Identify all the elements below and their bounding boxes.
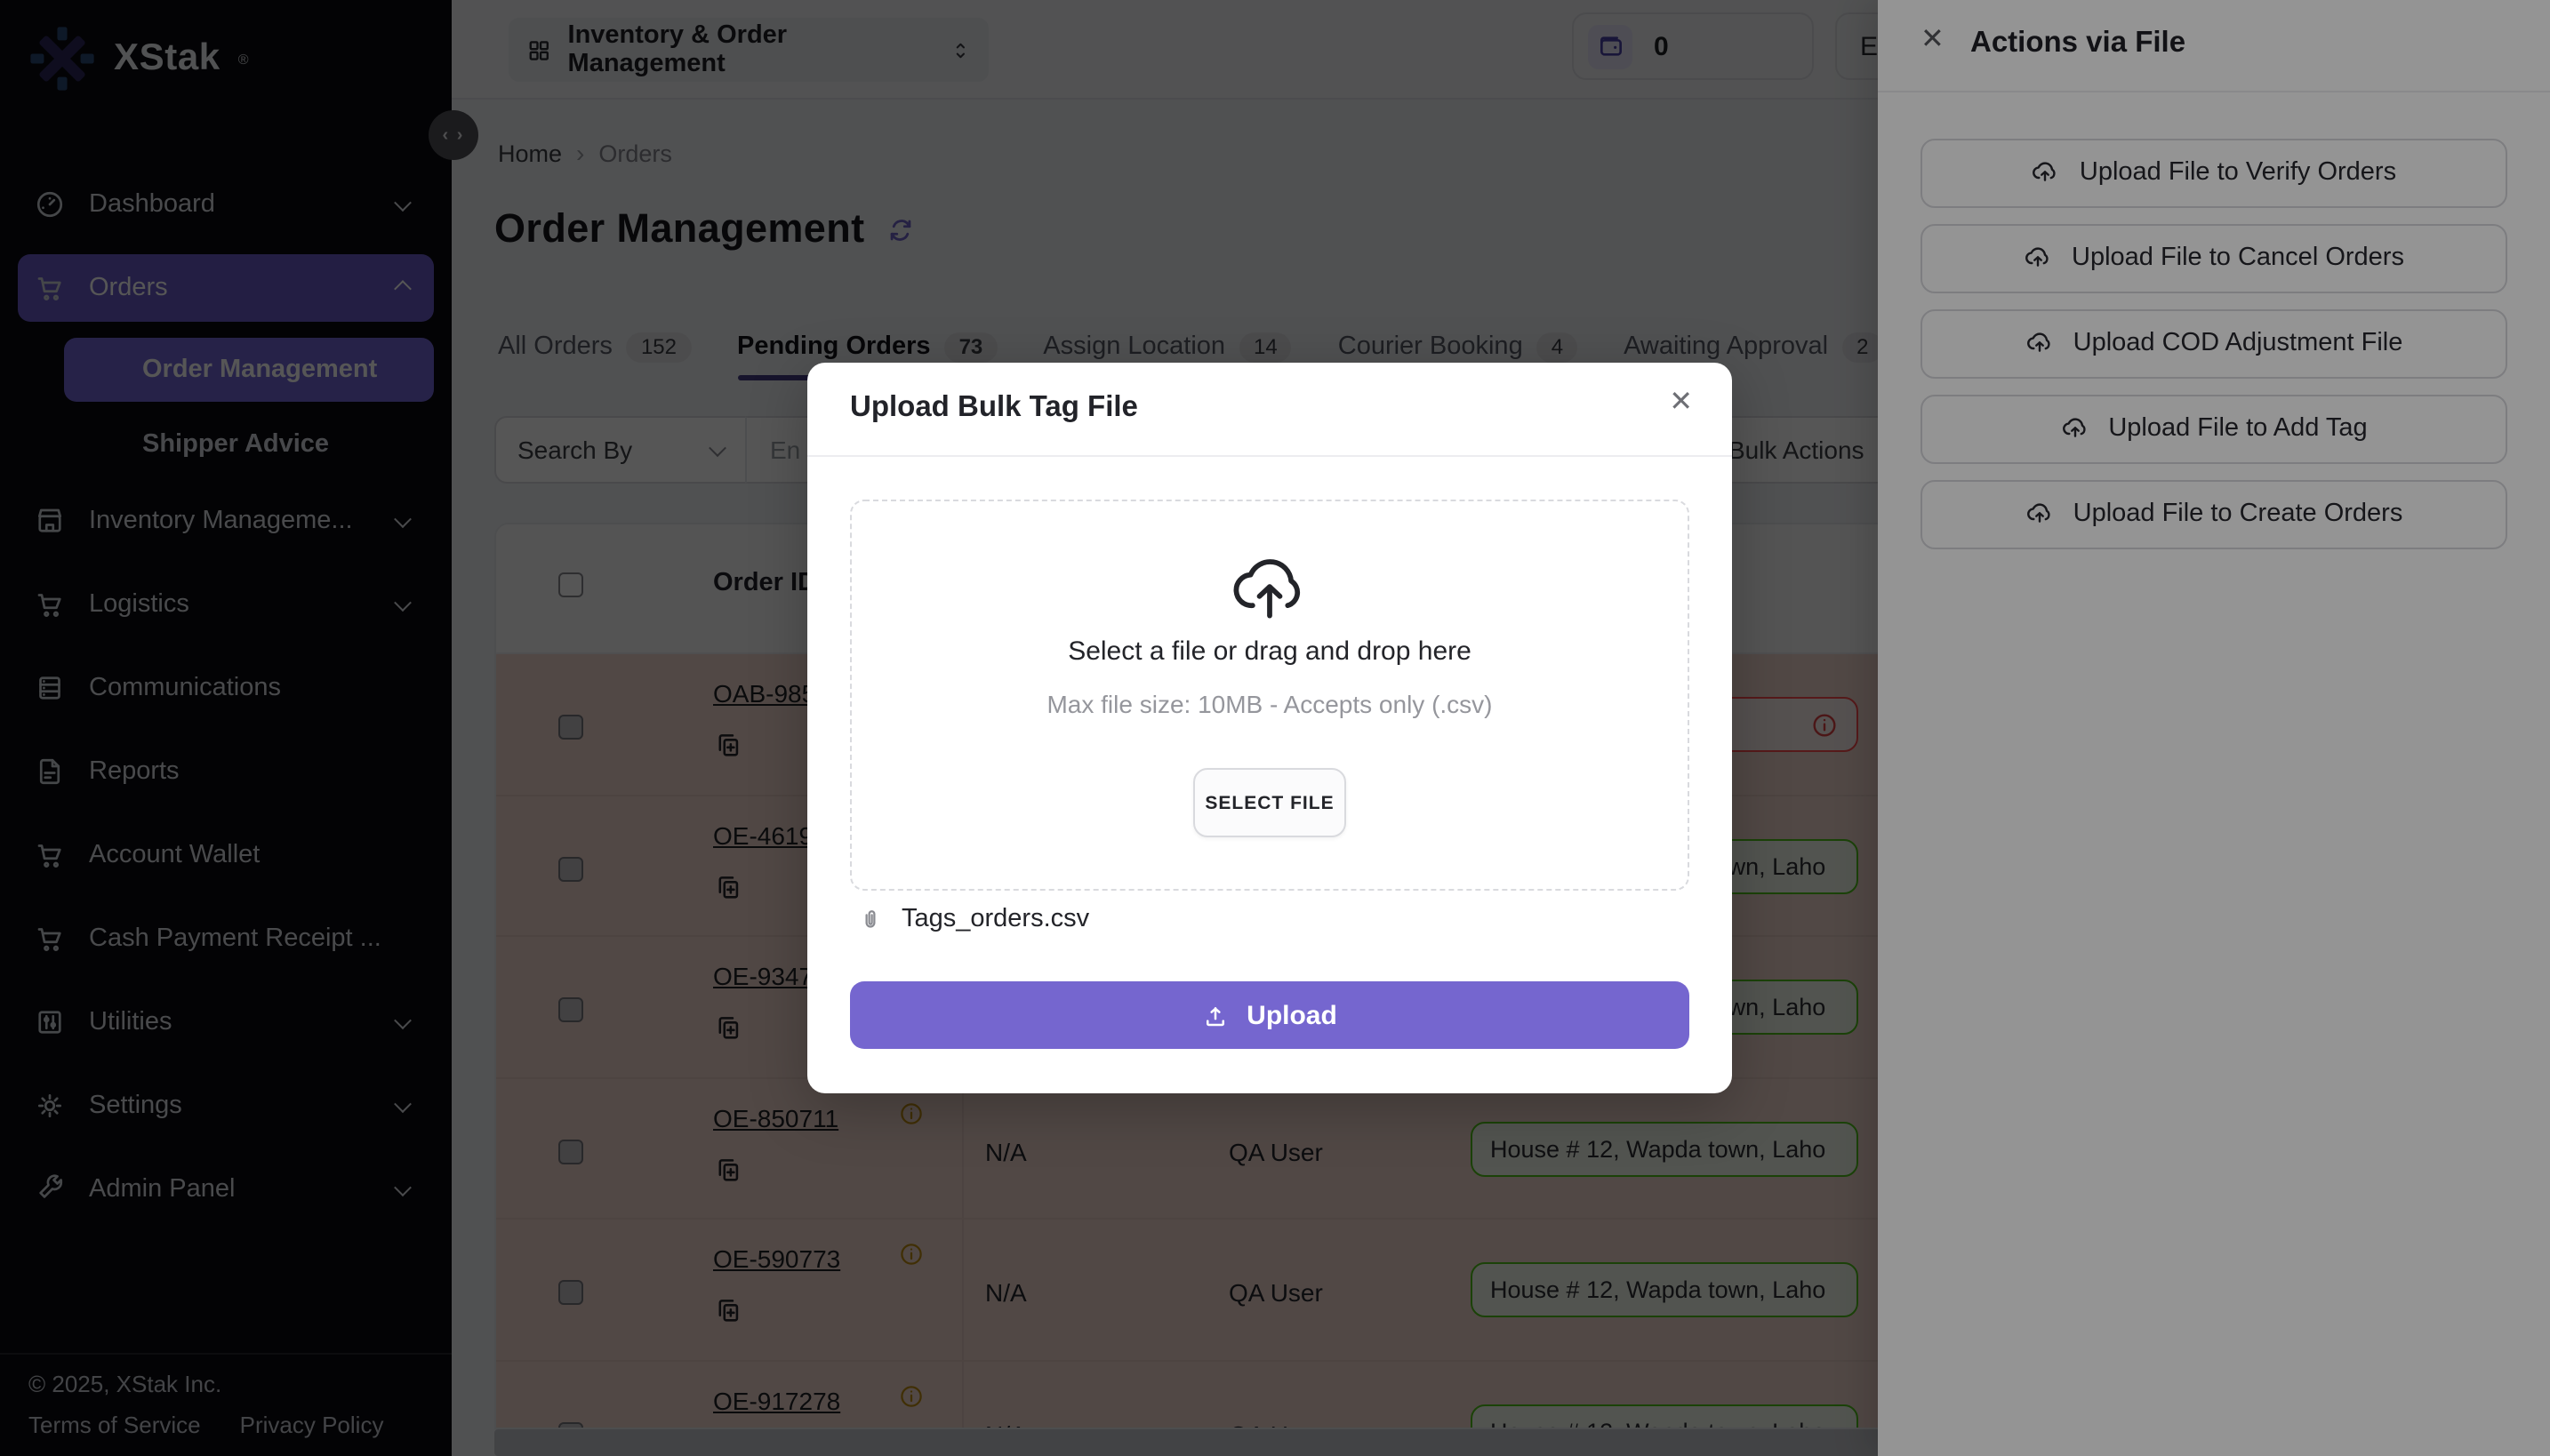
select-file-button[interactable]: SELECT FILE — [1193, 768, 1346, 837]
dropzone-hint: Max file size: 10MB - Accepts only (.csv… — [852, 690, 1688, 718]
upload-modal: Upload Bulk Tag File ✕ Select a file or … — [807, 363, 1732, 1093]
upload-icon — [1202, 1002, 1229, 1028]
modal-title: Upload Bulk Tag File — [850, 391, 1138, 425]
close-icon[interactable]: ✕ — [1669, 389, 1693, 418]
file-dropzone[interactable]: Select a file or drag and drop here Max … — [850, 500, 1689, 891]
dropzone-title: Select a file or drag and drop here — [852, 636, 1688, 667]
modal-header: Upload Bulk Tag File ✕ — [807, 363, 1732, 457]
app-window: XStak® Dashboard Orders Order Management — [0, 0, 2550, 1456]
upload-button[interactable]: Upload — [850, 981, 1689, 1049]
paperclip-icon — [857, 906, 884, 932]
selected-file-name: Tags_orders.csv — [902, 905, 1089, 933]
cloud-upload-icon — [1229, 548, 1311, 629]
upload-button-label: Upload — [1247, 1000, 1337, 1030]
selected-file-row: Tags_orders.csv — [857, 905, 1089, 933]
